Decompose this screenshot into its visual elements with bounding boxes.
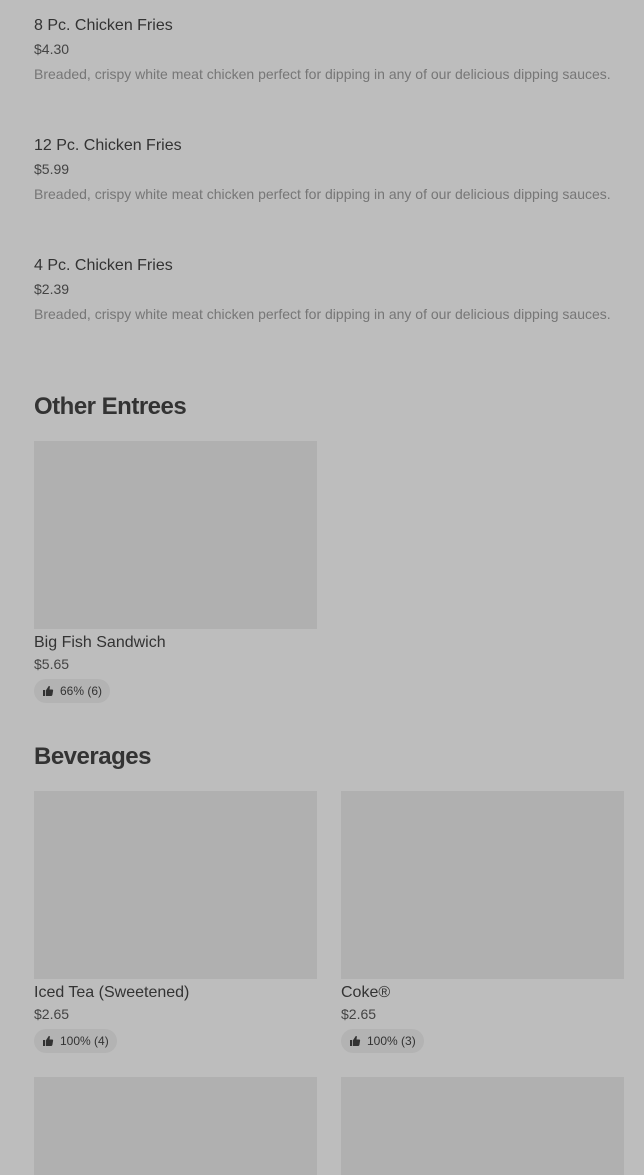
rating-text: 66% (6)	[60, 684, 103, 698]
item-image	[34, 441, 317, 629]
rating-badge: 100% (4)	[34, 1029, 117, 1053]
item-name: 4 Pc. Chicken Fries	[34, 257, 173, 274]
item-price: $5.65	[34, 656, 70, 672]
item-image	[34, 1077, 317, 1175]
item-name: 12 Pc. Chicken Fries	[34, 137, 182, 154]
menu-card-iced-tea[interactable]: Iced Tea (Sweetened) $2.65 100% (4)	[34, 791, 317, 1053]
rating-badge: 100% (3)	[341, 1029, 424, 1053]
item-name: Big Fish Sandwich	[34, 634, 166, 651]
menu-card-partial[interactable]	[341, 1077, 624, 1175]
thumbs-up-icon	[350, 1036, 361, 1046]
item-price: $2.39	[34, 281, 70, 297]
item-description: Breaded, crispy white meat chicken perfe…	[34, 66, 611, 82]
menu-card-big-fish-sandwich[interactable]: Big Fish Sandwich $5.65 66% (6)	[34, 441, 317, 703]
item-description: Breaded, crispy white meat chicken perfe…	[34, 186, 611, 202]
item-image	[34, 791, 317, 979]
section-title-beverages: Beverages	[34, 743, 151, 770]
item-price: $5.99	[34, 161, 70, 177]
item-description: Breaded, crispy white meat chicken perfe…	[34, 306, 611, 322]
menu-item-8pc-chicken-fries[interactable]: 8 Pc. Chicken Fries $4.30 Breaded, crisp…	[34, 16, 614, 84]
item-name: 8 Pc. Chicken Fries	[34, 17, 173, 34]
menu-card-coke[interactable]: Coke® $2.65 100% (3)	[341, 791, 624, 1053]
item-name: Coke®	[341, 984, 391, 1001]
menu-card-partial[interactable]	[34, 1077, 317, 1175]
item-image	[341, 791, 624, 979]
item-price: $4.30	[34, 41, 70, 57]
rating-text: 100% (4)	[60, 1034, 109, 1048]
rating-badge: 66% (6)	[34, 679, 111, 703]
menu-item-4pc-chicken-fries[interactable]: 4 Pc. Chicken Fries $2.39 Breaded, crisp…	[34, 256, 614, 324]
item-image	[341, 1077, 624, 1175]
item-price: $2.65	[341, 1006, 377, 1022]
section-title-other-entrees: Other Entrees	[34, 393, 187, 420]
item-price: $2.65	[34, 1006, 70, 1022]
item-name: Iced Tea (Sweetened)	[34, 984, 190, 1001]
menu-item-12pc-chicken-fries[interactable]: 12 Pc. Chicken Fries $5.99 Breaded, cris…	[34, 136, 614, 204]
rating-text: 100% (3)	[367, 1034, 416, 1048]
thumbs-up-icon	[43, 686, 54, 696]
thumbs-up-icon	[43, 1036, 54, 1046]
